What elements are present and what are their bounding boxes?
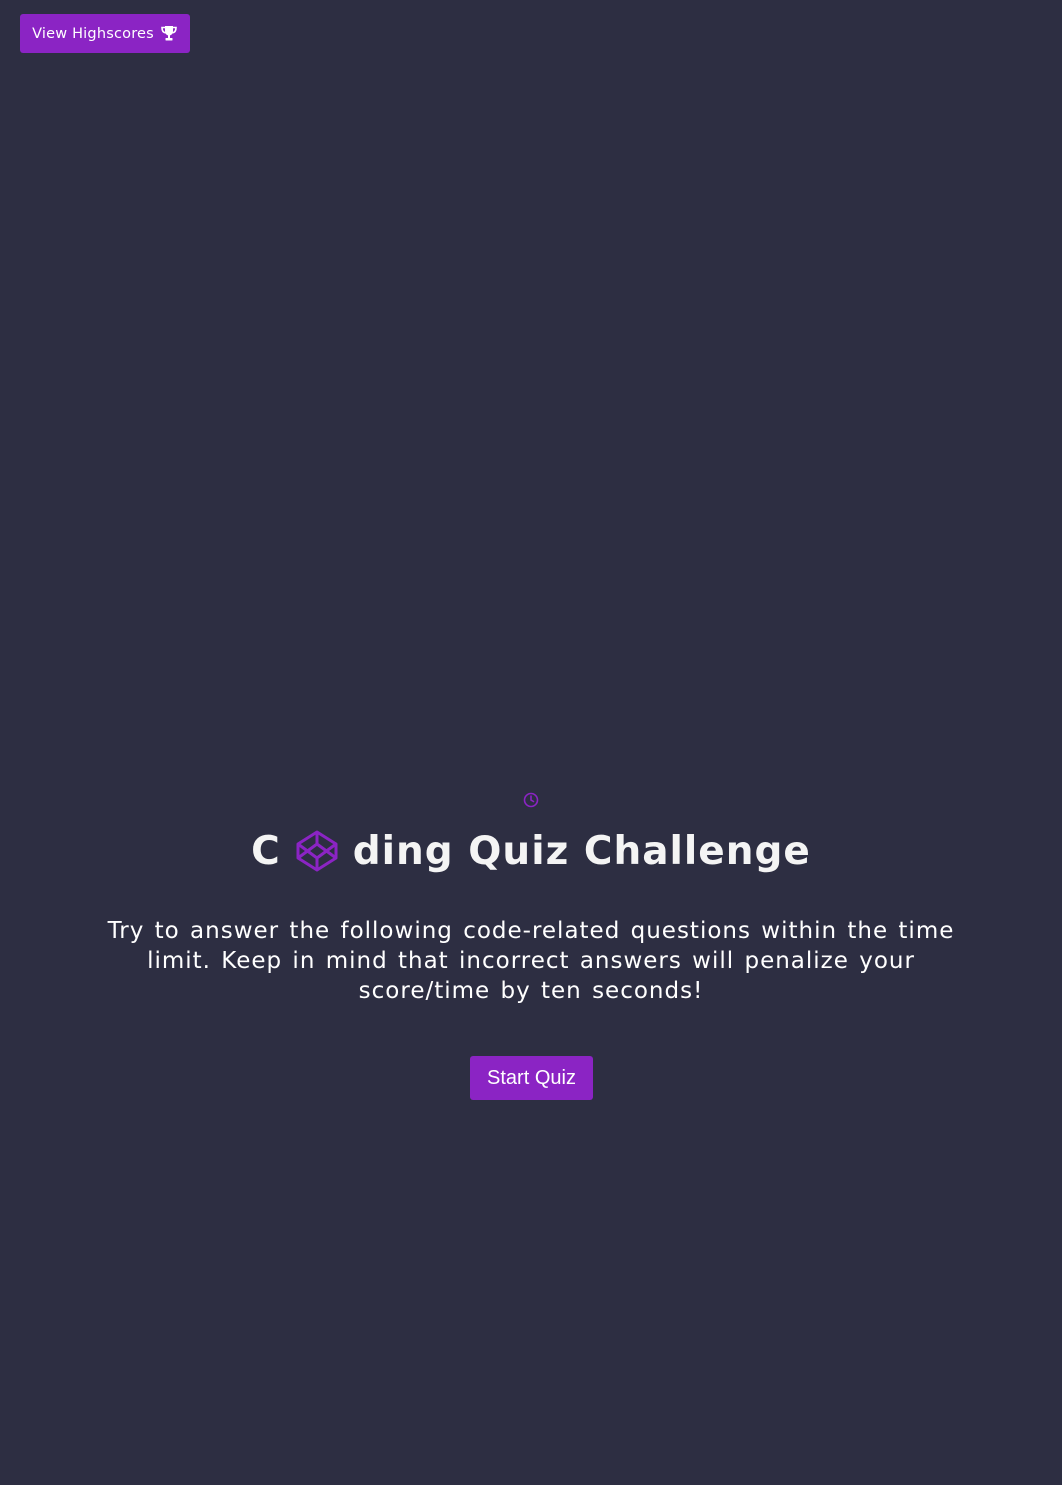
title-suffix: ding Quiz Challenge bbox=[352, 829, 811, 874]
trophy-icon bbox=[160, 25, 178, 42]
codepen-cube-icon bbox=[295, 829, 339, 873]
view-highscores-button[interactable]: View Highscores bbox=[20, 14, 190, 53]
view-highscores-label: View Highscores bbox=[32, 25, 154, 42]
title-prefix: C bbox=[251, 829, 281, 874]
clock-icon bbox=[522, 791, 540, 809]
page-title: C ding Quiz Challenge bbox=[0, 824, 1062, 880]
start-quiz-button[interactable]: Start Quiz bbox=[470, 1056, 593, 1100]
intro-text: Try to answer the following code-related… bbox=[107, 918, 955, 1004]
